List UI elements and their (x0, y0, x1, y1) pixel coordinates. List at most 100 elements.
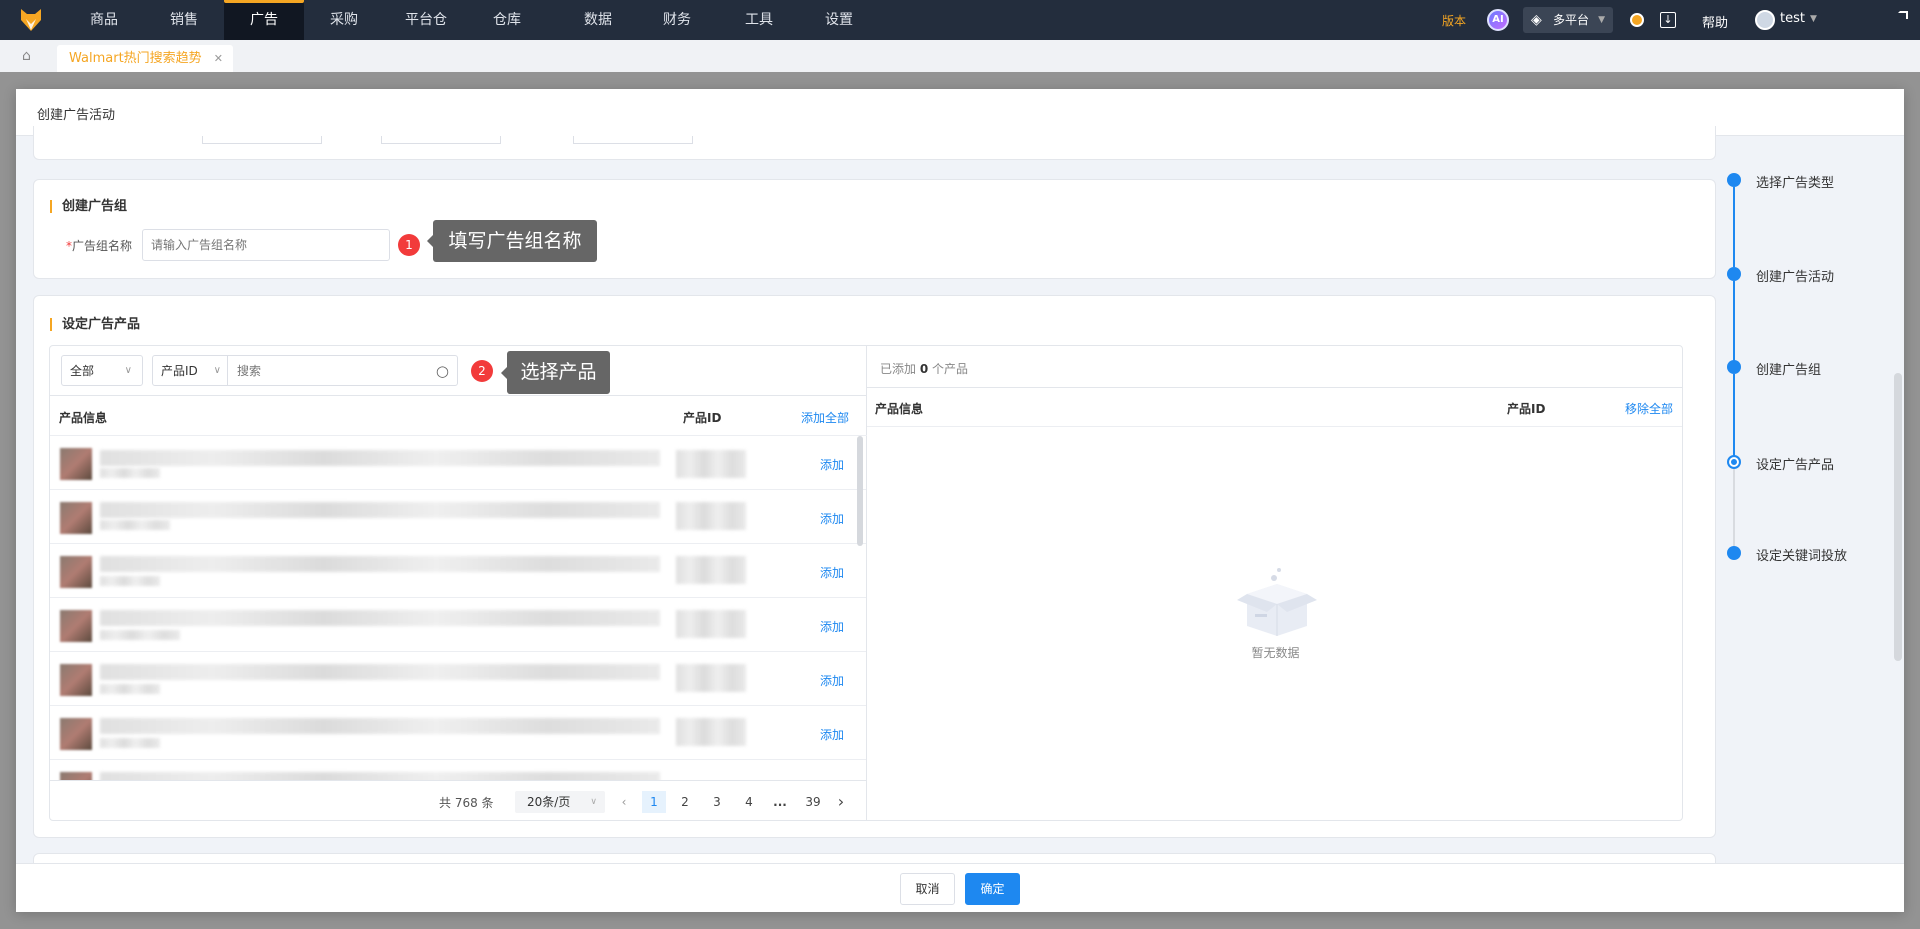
step-badge-1: 1 (398, 234, 420, 256)
nav-item-products[interactable]: 商品 (64, 0, 144, 40)
nav-item-settings[interactable]: 设置 (799, 0, 879, 40)
pagination: 共 768 条 20条/页 ∨ ‹ 1 2 3 4 ... 39 › (50, 780, 867, 820)
step-label[interactable]: 设定关键词投放 (1756, 545, 1847, 564)
nav-item-ads[interactable]: 广告 (224, 0, 304, 40)
logo-icon[interactable] (20, 8, 42, 32)
nav-item-platform-warehouse[interactable]: 平台仓 (386, 0, 466, 40)
remove-all-link[interactable]: 移除全部 (1625, 400, 1673, 417)
list-scrollbar[interactable] (857, 436, 863, 546)
product-picker: 全部 ∨ 产品ID ∨ ○ 2 选择产品 产品信息 产品ID 添加全部 添加 添加 … (49, 345, 1683, 821)
page-2[interactable]: 2 (673, 791, 697, 813)
select-value: 产品ID (161, 364, 198, 378)
search-icon[interactable]: ○ (436, 356, 449, 386)
col-product-id: 产品ID (1507, 402, 1546, 416)
page-39[interactable]: 39 (801, 791, 825, 813)
table-row: 添加 (50, 490, 866, 544)
avatar[interactable] (1755, 10, 1775, 30)
input-stub[interactable] (381, 136, 501, 144)
product-title-blurred (100, 610, 660, 626)
hint-tooltip: 选择产品 (501, 351, 610, 394)
product-title-blurred (100, 718, 660, 734)
product-sku-blurred (100, 520, 170, 530)
step-label[interactable]: 选择广告类型 (1756, 172, 1834, 191)
ad-group-card: 创建广告组 *广告组名称 1 填写广告组名称 (33, 179, 1716, 279)
chevron-down-icon: ∨ (213, 365, 221, 376)
ai-button[interactable]: AI (1487, 9, 1509, 31)
nav-item-tools[interactable]: 工具 (719, 0, 799, 40)
home-icon[interactable]: ⌂ (22, 48, 31, 64)
step-dot-done (1727, 267, 1741, 281)
step-dot (1727, 546, 1741, 560)
ad-group-name-input[interactable] (142, 229, 390, 261)
add-link[interactable]: 添加 (820, 618, 844, 635)
step-connector (1733, 281, 1735, 361)
nav-item-warehouse[interactable]: 仓库 (467, 0, 547, 40)
input-stub[interactable] (202, 136, 322, 144)
add-link[interactable]: 添加 (820, 726, 844, 743)
caret-down-icon: ▼ (1598, 15, 1605, 25)
product-sku-blurred (100, 684, 160, 694)
step-connector (1733, 374, 1735, 456)
step-label[interactable]: 设定广告产品 (1756, 454, 1834, 473)
prev-page-button[interactable]: ‹ (612, 791, 636, 813)
product-sku-blurred (100, 630, 180, 640)
table-row: 添加 (50, 652, 866, 706)
user-name[interactable]: test (1780, 11, 1805, 26)
step-label[interactable]: 创建广告活动 (1756, 266, 1834, 285)
nav-item-data[interactable]: 数据 (558, 0, 638, 40)
confirm-button[interactable]: 确定 (965, 873, 1020, 905)
table-row: 添加 (50, 598, 866, 652)
nav-item-sales[interactable]: 销售 (144, 0, 224, 40)
product-list-panel: 全部 ∨ 产品ID ∨ ○ 2 选择产品 产品信息 产品ID 添加全部 添加 添加 … (50, 346, 867, 820)
modal-scrollbar[interactable] (1894, 373, 1902, 661)
fullscreen-icon[interactable] (1892, 11, 1908, 27)
input-stub[interactable] (573, 136, 693, 144)
close-icon[interactable]: ✕ (214, 45, 223, 72)
col-product-id: 产品ID (683, 411, 722, 425)
page-1[interactable]: 1 (642, 791, 666, 813)
version-link[interactable]: 版本 (1442, 12, 1466, 29)
table-row: 添加 (50, 436, 866, 490)
add-link[interactable]: 添加 (820, 672, 844, 689)
platform-label: 多平台 (1553, 13, 1590, 27)
page-4[interactable]: 4 (737, 791, 761, 813)
label-text: 广告组名称 (72, 239, 133, 253)
user-caret-icon[interactable]: ▼ (1810, 14, 1817, 24)
help-link[interactable]: 帮助 (1702, 12, 1728, 31)
status-filter-select[interactable]: 全部 ∨ (61, 355, 143, 386)
page-3[interactable]: 3 (705, 791, 729, 813)
step-badge-2: 2 (471, 360, 493, 382)
top-navbar: 商品 销售 广告 采购 平台仓 仓库 数据 财务 工具 设置 版本 AI ◈ 多… (0, 0, 1920, 40)
next-page-button[interactable]: › (829, 791, 853, 813)
step-connector (1733, 469, 1735, 547)
download-icon[interactable]: ↓ (1660, 12, 1676, 28)
support-icon[interactable] (1630, 13, 1644, 27)
platform-selector[interactable]: ◈ 多平台 ▼ (1523, 7, 1613, 33)
step-label[interactable]: 创建广告组 (1756, 359, 1821, 378)
table-row: 添加 (50, 544, 866, 598)
search-field-select[interactable]: 产品ID ∨ (153, 356, 228, 385)
table-row: 添加 (50, 706, 866, 760)
add-link[interactable]: 添加 (820, 456, 844, 473)
nav-item-finance[interactable]: 财务 (637, 0, 717, 40)
ad-products-card: 设定广告产品 全部 ∨ 产品ID ∨ ○ 2 选择产品 产品信息 产品ID 添加全部 (33, 295, 1716, 838)
selected-table-header: 产品信息 产品ID 移除全部 (867, 387, 1682, 427)
product-id-blurred (676, 718, 746, 746)
cancel-button[interactable]: 取消 (900, 873, 955, 905)
ad-group-name-label: *广告组名称 (66, 237, 132, 254)
page-ellipsis[interactable]: ... (768, 791, 792, 813)
add-all-link[interactable]: 添加全部 (801, 409, 849, 426)
tab-walmart-trends[interactable]: Walmart热门搜索趋势 ✕ (57, 45, 233, 72)
search-input[interactable] (229, 356, 429, 385)
col-product-info: 产品信息 (875, 402, 924, 416)
add-link[interactable]: 添加 (820, 564, 844, 581)
empty-text: 暂无数据 (1251, 646, 1300, 660)
page-size-select[interactable]: 20条/页 ∨ (515, 791, 605, 813)
product-sku-blurred (100, 576, 160, 586)
nav-item-purchase[interactable]: 采购 (304, 0, 384, 40)
col-product-info: 产品信息 (59, 411, 108, 425)
total-count: 共 768 条 (439, 796, 494, 810)
select-value: 全部 (70, 364, 95, 378)
chevron-down-icon: ∨ (124, 365, 132, 376)
add-link[interactable]: 添加 (820, 510, 844, 527)
